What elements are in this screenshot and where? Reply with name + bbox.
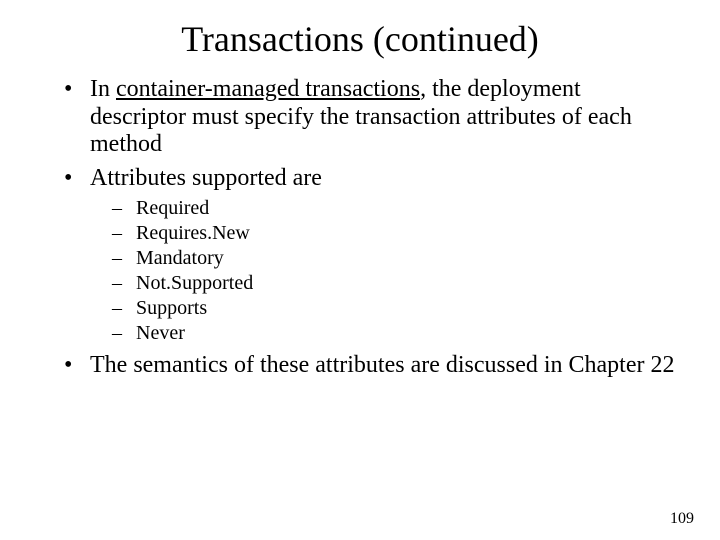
bullet-item: Attributes supported are Required Requir… bbox=[54, 165, 680, 347]
text-fragment: Attributes supported are bbox=[90, 165, 322, 191]
bullet-item: The semantics of these attributes are di… bbox=[54, 352, 680, 380]
bullet-item: In container-managed transactions, the d… bbox=[54, 76, 680, 159]
bullet-list: In container-managed transactions, the d… bbox=[54, 76, 680, 380]
sub-item: Supports bbox=[112, 296, 680, 321]
slide: Transactions (continued) In container-ma… bbox=[0, 0, 720, 540]
sub-item: Mandatory bbox=[112, 246, 680, 271]
sub-item: Required bbox=[112, 196, 680, 221]
page-number: 109 bbox=[670, 510, 694, 528]
underlined-term: container-managed transactions bbox=[116, 76, 420, 102]
slide-body: In container-managed transactions, the d… bbox=[0, 76, 720, 380]
sub-item: Requires.New bbox=[112, 221, 680, 246]
sub-item: Not.Supported bbox=[112, 271, 680, 296]
sub-item: Never bbox=[112, 321, 680, 346]
sub-list: Required Requires.New Mandatory Not.Supp… bbox=[90, 196, 680, 346]
text-fragment: In bbox=[90, 76, 116, 102]
slide-title: Transactions (continued) bbox=[0, 0, 720, 70]
